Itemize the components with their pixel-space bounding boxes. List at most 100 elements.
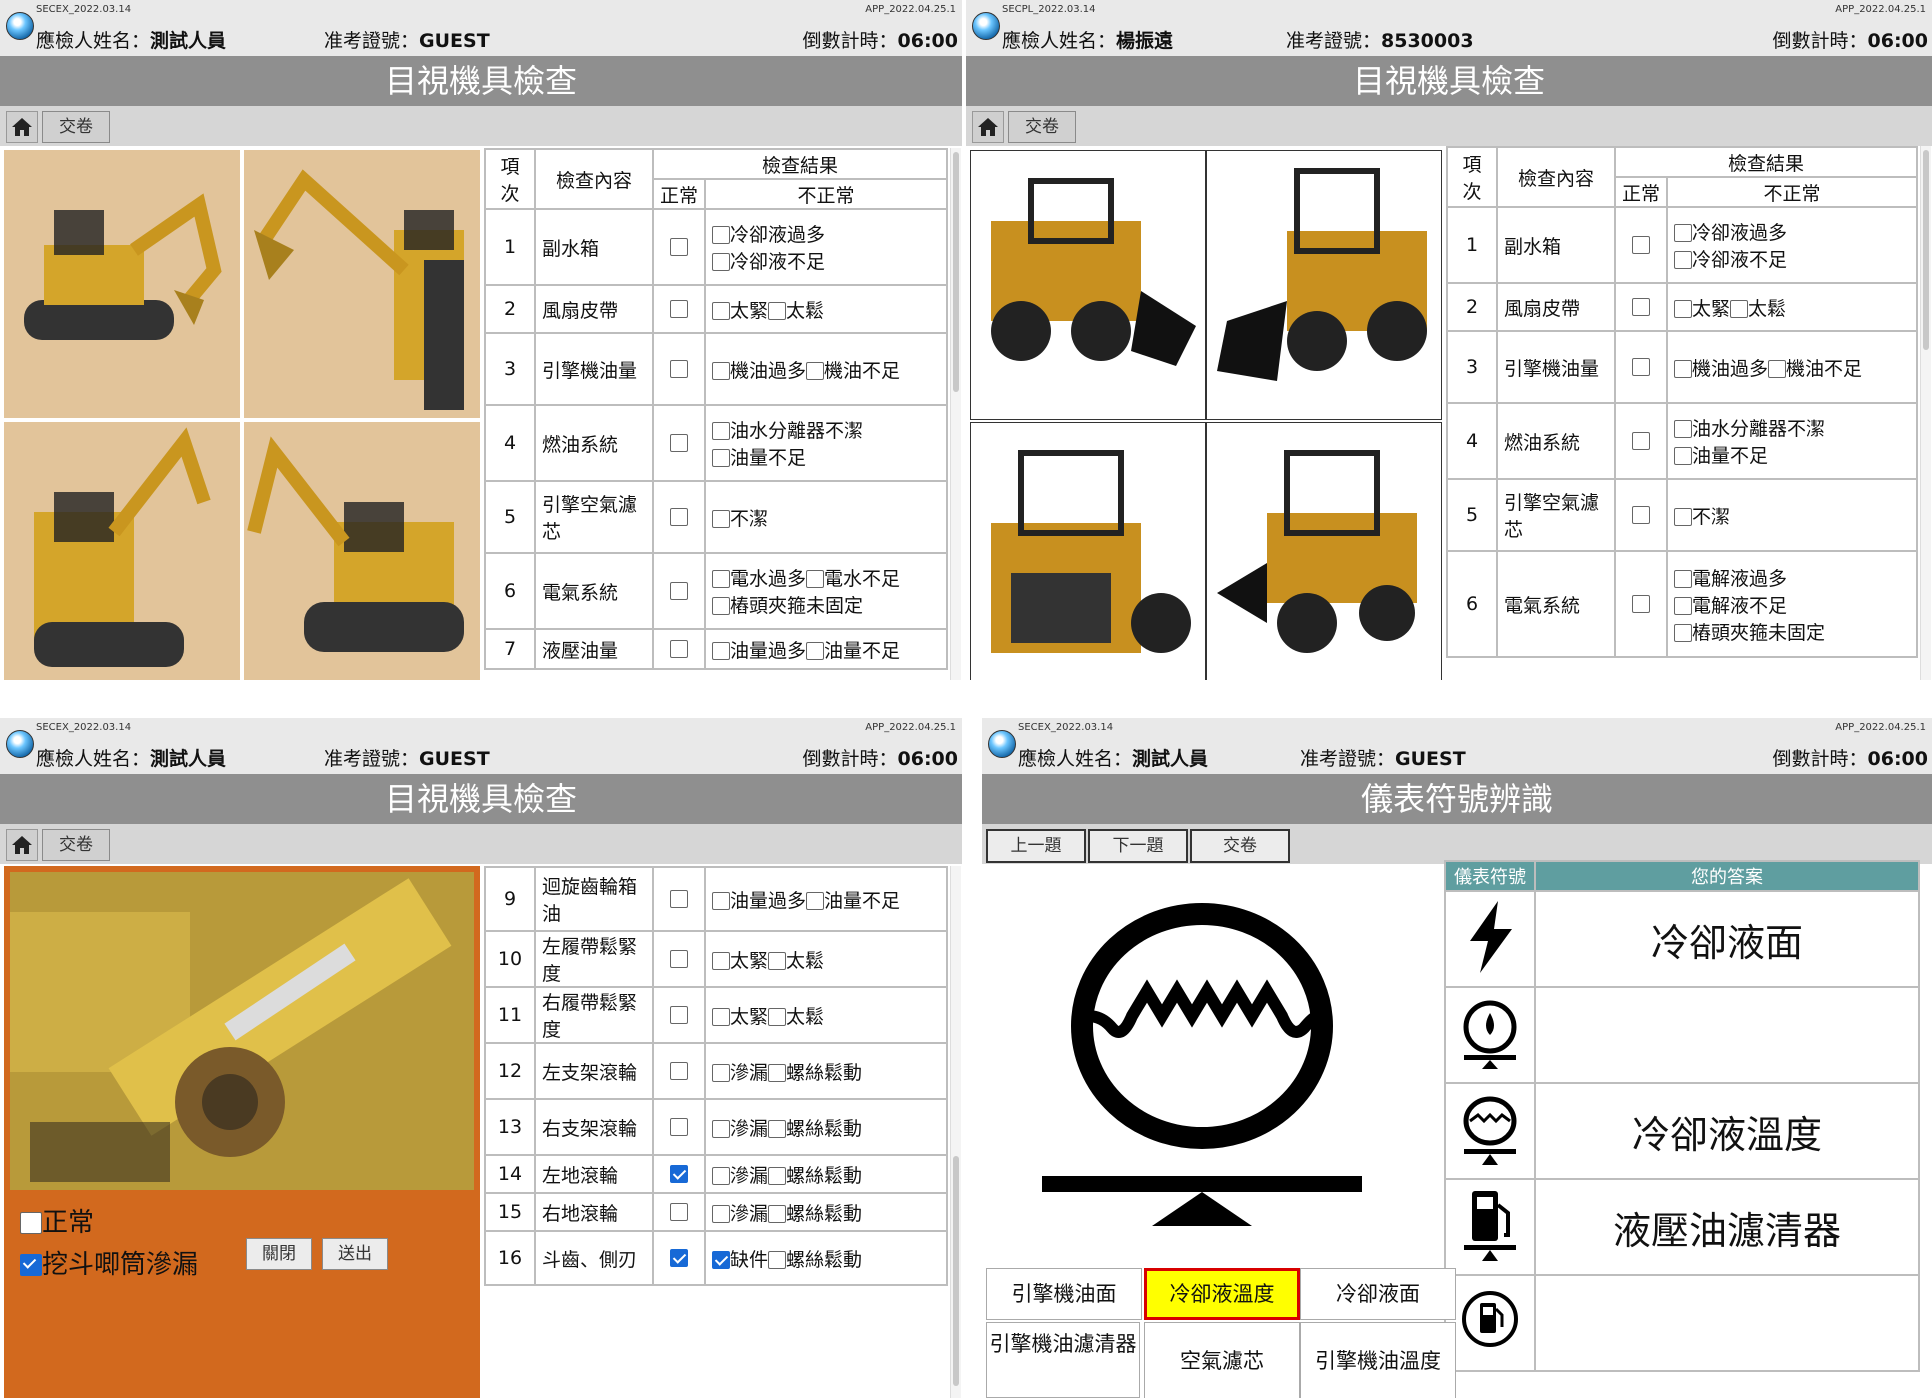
loader-photo-3[interactable] [970, 422, 1206, 680]
normal-checkbox[interactable] [670, 1062, 688, 1080]
excavator-photo-2[interactable] [244, 150, 480, 418]
option-checkbox[interactable] [712, 891, 730, 910]
answer-row[interactable]: 液壓油濾清器 [1444, 1178, 1920, 1276]
option-checkbox[interactable] [712, 361, 730, 380]
normal-checkbox[interactable] [670, 300, 688, 318]
normal-checkbox[interactable] [670, 582, 688, 600]
choice-button[interactable]: 引擎機油面 [986, 1268, 1142, 1320]
option-checkbox[interactable] [712, 951, 730, 970]
option-checkbox[interactable] [1730, 299, 1749, 318]
option-checkbox[interactable] [1674, 359, 1692, 378]
choice-button[interactable]: 引擎機油濾清器 [986, 1322, 1140, 1398]
excavator-photo-4[interactable] [244, 422, 480, 680]
option-checkbox[interactable] [768, 301, 787, 320]
option-checkbox[interactable] [1674, 299, 1692, 318]
option-checkbox[interactable] [1674, 251, 1692, 269]
home-button[interactable] [972, 111, 1004, 143]
choice-button[interactable]: 引擎機油溫度 [1300, 1322, 1456, 1398]
option-checkbox[interactable] [806, 361, 825, 380]
next-question-button[interactable]: 下一題 [1088, 829, 1188, 863]
normal-checkbox[interactable] [670, 1249, 688, 1267]
table-scrollbar[interactable] [1920, 146, 1931, 680]
option-checkbox[interactable] [712, 570, 730, 588]
normal-checkbox[interactable] [670, 1118, 688, 1136]
excavator-photo-1[interactable] [4, 150, 240, 418]
normal-checkbox[interactable] [670, 640, 688, 658]
defect-option[interactable]: 挖斗唧筒滲漏 [20, 1244, 198, 1281]
normal-checkbox[interactable] [670, 434, 688, 452]
home-button[interactable] [6, 829, 38, 861]
normal-checkbox[interactable] [1632, 298, 1650, 316]
option-checkbox[interactable] [1674, 569, 1692, 588]
normal-checkbox[interactable] [670, 360, 688, 378]
answer-row[interactable]: 冷卻液面 [1444, 890, 1920, 988]
submit-button[interactable]: 交卷 [1190, 829, 1290, 863]
choice-button-selected[interactable]: 冷卻液溫度 [1144, 1268, 1300, 1320]
normal-checkbox[interactable] [670, 1165, 688, 1183]
normal-checkbox[interactable] [670, 1006, 688, 1024]
option-checkbox[interactable] [1674, 420, 1692, 438]
option-checkbox[interactable] [712, 253, 730, 271]
submit-button[interactable]: 交卷 [1008, 111, 1076, 143]
send-button[interactable]: 送出 [322, 1238, 388, 1270]
option-checkbox[interactable] [768, 1166, 787, 1185]
option-checkbox[interactable] [712, 1250, 730, 1269]
defect-checkbox[interactable] [20, 1254, 42, 1276]
option-checkbox[interactable] [712, 641, 730, 660]
normal-option[interactable]: 正常 [20, 1202, 94, 1239]
normal-checkbox[interactable] [20, 1212, 42, 1234]
option-checkbox[interactable] [806, 891, 825, 910]
option-checkbox[interactable] [1768, 359, 1787, 378]
loader-photo-4[interactable] [1206, 422, 1442, 680]
answer-row[interactable] [1444, 1274, 1920, 1372]
normal-checkbox[interactable] [1632, 595, 1650, 613]
option-checkbox[interactable] [712, 1063, 730, 1082]
option-checkbox[interactable] [768, 1063, 787, 1082]
normal-checkbox[interactable] [1632, 236, 1650, 254]
option-checkbox[interactable] [1674, 507, 1692, 526]
excavator-photo-3[interactable] [4, 422, 240, 680]
option-checkbox[interactable] [712, 1166, 730, 1185]
option-checkbox[interactable] [712, 509, 730, 528]
normal-checkbox[interactable] [670, 508, 688, 526]
loader-photo-1[interactable] [970, 150, 1206, 420]
option-checkbox[interactable] [768, 1250, 787, 1269]
choice-button[interactable]: 冷卻液面 [1300, 1268, 1456, 1320]
normal-checkbox[interactable] [1632, 358, 1650, 376]
option-checkbox[interactable] [1674, 623, 1692, 642]
table-scrollbar[interactable] [950, 866, 961, 1398]
option-checkbox[interactable] [806, 641, 825, 660]
option-checkbox[interactable] [712, 226, 730, 244]
option-checkbox[interactable] [768, 1007, 787, 1026]
option-checkbox[interactable] [712, 597, 730, 615]
option-checkbox[interactable] [806, 570, 825, 588]
option-checkbox[interactable] [712, 1119, 730, 1138]
normal-checkbox[interactable] [670, 950, 688, 968]
option-checkbox[interactable] [712, 1204, 730, 1223]
option-checkbox[interactable] [712, 1007, 730, 1026]
loader-photo-2[interactable] [1206, 150, 1442, 420]
normal-checkbox[interactable] [670, 890, 688, 908]
option-checkbox[interactable] [768, 1204, 787, 1223]
submit-button[interactable]: 交卷 [42, 111, 110, 143]
choice-button[interactable]: 空氣濾芯 [1144, 1322, 1300, 1398]
normal-checkbox[interactable] [1632, 432, 1650, 450]
submit-button[interactable]: 交卷 [42, 829, 110, 861]
close-button[interactable]: 關閉 [246, 1238, 312, 1270]
option-checkbox[interactable] [712, 301, 730, 320]
option-checkbox[interactable] [712, 422, 730, 440]
option-checkbox[interactable] [768, 951, 787, 970]
option-checkbox[interactable] [768, 1119, 787, 1138]
answer-row[interactable] [1444, 986, 1920, 1084]
table-scrollbar[interactable] [950, 148, 961, 680]
home-button[interactable] [6, 111, 38, 143]
normal-checkbox[interactable] [670, 1203, 688, 1221]
normal-checkbox[interactable] [1632, 506, 1650, 524]
option-checkbox[interactable] [1674, 596, 1692, 615]
prev-question-button[interactable]: 上一題 [986, 829, 1086, 863]
answer-row[interactable]: 冷卻液溫度 [1444, 1082, 1920, 1180]
option-checkbox[interactable] [1674, 224, 1692, 242]
option-checkbox[interactable] [712, 449, 730, 467]
option-checkbox[interactable] [1674, 447, 1692, 465]
normal-checkbox[interactable] [670, 238, 688, 256]
